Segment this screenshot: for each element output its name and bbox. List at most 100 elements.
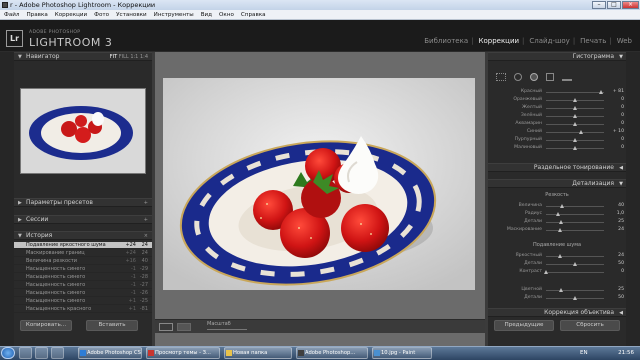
left-panel-edge[interactable] <box>0 52 14 346</box>
quicklaunch-icon[interactable] <box>51 347 64 359</box>
paste-button[interactable]: Вставить <box>86 320 138 331</box>
history-item[interactable]: Подавление яркостного шума +24 24 <box>14 242 152 249</box>
slider-value[interactable]: 0 <box>606 120 624 128</box>
module-library[interactable]: Библиотека <box>424 37 468 45</box>
navigator-header[interactable]: ▼ Навигатор FIT FILL 1:1 1:4 <box>14 52 152 61</box>
navigator-zoom-options[interactable]: FIT FILL 1:1 1:4 <box>110 53 148 61</box>
history-item[interactable]: Величина резкости +16 40 <box>14 258 152 265</box>
history-item[interactable]: Насыщенность красного +1 -81 <box>14 306 152 313</box>
slider-value[interactable]: 25 <box>606 218 624 226</box>
add-preset-icon[interactable]: + <box>144 199 148 207</box>
quicklaunch-icon[interactable] <box>19 347 32 359</box>
clock[interactable]: 21:56 <box>618 347 634 359</box>
slider-thumb[interactable] <box>573 296 577 300</box>
photo-preview[interactable] <box>163 78 475 290</box>
menu-photo[interactable]: Фото <box>94 12 109 18</box>
slider-track[interactable] <box>546 206 604 207</box>
histogram-header[interactable]: Гистограмма ▼ <box>488 52 626 61</box>
slider-value[interactable]: 25 <box>606 286 624 294</box>
menu-help[interactable]: Справка <box>241 12 266 18</box>
start-button[interactable] <box>1 347 15 359</box>
close-button[interactable]: × <box>622 1 639 9</box>
taskbar-button[interactable]: Просмотр темы - З... <box>146 347 220 359</box>
slider-value[interactable]: 40 <box>606 202 624 210</box>
slider-thumb[interactable] <box>573 98 577 102</box>
slider-thumb[interactable] <box>558 288 563 292</box>
crop-tool-icon[interactable] <box>496 73 506 81</box>
slider-thumb[interactable] <box>558 220 563 224</box>
slider-value[interactable]: 0 <box>606 96 624 104</box>
module-slideshow[interactable]: Слайд-шоу <box>529 37 569 45</box>
history-item[interactable]: Насыщенность синего -1 -29 <box>14 266 152 273</box>
maximize-button[interactable]: □ <box>607 1 621 9</box>
language-indicator[interactable]: EN <box>580 350 588 356</box>
module-web[interactable]: Web <box>617 37 632 45</box>
slider-track[interactable] <box>546 132 604 133</box>
history-item[interactable]: Маскирование границ +24 24 <box>14 250 152 257</box>
clear-history-icon[interactable]: × <box>144 232 148 240</box>
history-item[interactable]: Насыщенность синего -1 -28 <box>14 274 152 281</box>
slider-value[interactable]: 24 <box>606 226 624 234</box>
previous-button[interactable]: Предыдущие <box>494 320 554 331</box>
add-snapshot-icon[interactable]: + <box>144 216 148 224</box>
adjustment-brush-icon[interactable] <box>562 73 572 81</box>
taskbar-button[interactable]: Новая папка <box>224 347 292 359</box>
taskbar-button[interactable]: Adobe Photoshop... <box>296 347 368 359</box>
split-toning-header[interactable]: Раздельное тонирование ◀ <box>488 163 626 172</box>
history-item[interactable]: Насыщенность синего +1 -25 <box>14 298 152 305</box>
navigator-preview[interactable] <box>20 88 146 174</box>
slider-track[interactable] <box>546 256 604 257</box>
detail-header[interactable]: Детализация ▼ <box>488 179 626 188</box>
slider-thumb[interactable] <box>544 270 548 274</box>
reset-button[interactable]: Сбросить <box>560 320 620 331</box>
module-print[interactable]: Печать <box>580 37 606 45</box>
slider-value[interactable]: 0 <box>606 144 624 152</box>
slider-thumb[interactable] <box>573 146 577 150</box>
slider-value[interactable]: 0 <box>606 112 624 120</box>
slider-track[interactable] <box>546 272 604 273</box>
spot-removal-icon[interactable] <box>514 73 522 81</box>
taskbar-button[interactable]: Adobe Photoshop CS4 <box>78 347 142 359</box>
slider-thumb[interactable] <box>578 130 583 134</box>
before-after-icon[interactable] <box>177 323 191 331</box>
slider-value[interactable]: 24 <box>606 252 624 260</box>
copy-button[interactable]: Копировать... <box>20 320 72 331</box>
slider-thumb[interactable] <box>573 138 577 142</box>
graduated-filter-icon[interactable] <box>546 73 554 81</box>
slider-value[interactable]: 0 <box>606 136 624 144</box>
snapshots-header[interactable]: ▶ Сессии + <box>14 215 152 224</box>
right-panel-edge[interactable] <box>626 52 640 346</box>
history-header[interactable]: ▼ История × <box>14 231 152 240</box>
slider-track[interactable] <box>546 290 604 291</box>
red-eye-icon[interactable] <box>530 73 538 81</box>
menu-edit[interactable]: Правка <box>26 12 47 18</box>
presets-header[interactable]: ▶ Параметры пресетов + <box>14 198 152 207</box>
menu-settings[interactable]: Установки <box>116 12 147 18</box>
slider-thumb[interactable] <box>555 212 560 216</box>
menu-view[interactable]: Вид <box>201 12 212 18</box>
slider-thumb[interactable] <box>557 254 562 258</box>
slider-thumb[interactable] <box>557 228 562 232</box>
slider-value[interactable]: + 10 <box>606 128 624 136</box>
slider-thumb[interactable] <box>573 262 577 266</box>
lens-correction-header[interactable]: Коррекция объектива ◀ <box>488 308 626 317</box>
quicklaunch-icon[interactable] <box>35 347 48 359</box>
taskbar-button[interactable]: 10.jpg - Paint <box>372 347 432 359</box>
history-item[interactable]: Насыщенность синего -1 -26 <box>14 290 152 297</box>
slider-thumb[interactable] <box>573 106 577 110</box>
slider-thumb[interactable] <box>599 90 604 94</box>
minimize-button[interactable]: – <box>592 1 606 9</box>
slider-track[interactable] <box>546 230 604 231</box>
loupe-view-icon[interactable] <box>159 323 173 331</box>
history-item[interactable]: Насыщенность синего -1 -27 <box>14 282 152 289</box>
slider-value[interactable]: 1,0 <box>606 210 624 218</box>
slider-thumb[interactable] <box>573 122 577 126</box>
module-develop[interactable]: Коррекции <box>479 37 520 45</box>
menu-file[interactable]: Файл <box>4 12 19 18</box>
slider-thumb[interactable] <box>573 114 577 118</box>
slider-value[interactable]: 50 <box>606 260 624 268</box>
slider-value[interactable]: 0 <box>606 268 624 276</box>
zoom-slider[interactable] <box>207 329 247 330</box>
slider-value[interactable]: 0 <box>606 104 624 112</box>
menu-tools[interactable]: Инструменты <box>154 12 194 18</box>
